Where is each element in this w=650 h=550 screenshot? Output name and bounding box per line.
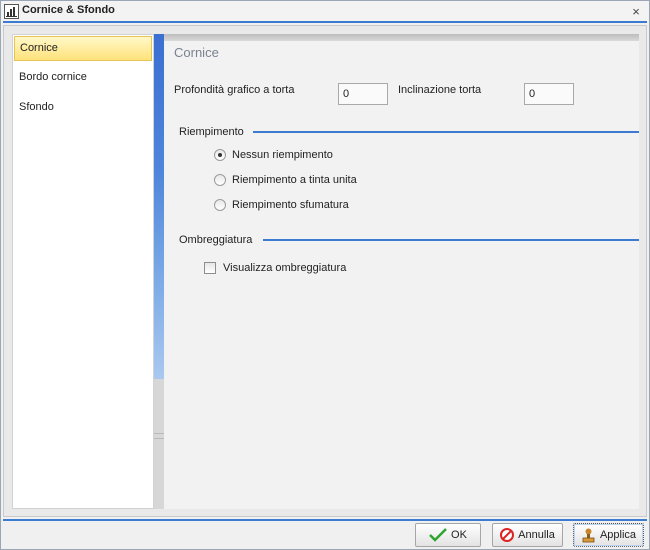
chart-window-icon: [4, 4, 19, 19]
pie-depth-input[interactable]: [338, 83, 388, 105]
no-entry-icon: [500, 528, 515, 542]
shadow-section-label: Ombreggiatura: [179, 234, 253, 246]
sidebar-item-bordo-cornice[interactable]: Bordo cornice: [14, 66, 152, 91]
fill-section-divider: [253, 131, 639, 133]
sidebar-nav: Cornice Bordo cornice Sfondo: [12, 34, 154, 509]
show-shadow-label: Visualizza ombreggiatura: [223, 262, 347, 274]
cancel-button-label: Annulla: [518, 529, 555, 541]
sidebar-item-sfondo[interactable]: Sfondo: [14, 96, 152, 121]
fill-option-none[interactable]: Nessun riempimento: [214, 147, 333, 163]
bar-tick: [154, 438, 164, 439]
title-divider: [3, 21, 647, 23]
settings-panel: Cornice Profondità grafico a torta Incli…: [164, 34, 639, 509]
stamp-icon: [582, 528, 595, 542]
cancel-button[interactable]: Annulla: [492, 523, 563, 547]
radio-button[interactable]: [214, 174, 226, 186]
dialog-window: Cornice & Sfondo × Cornice Bordo cornice…: [0, 0, 650, 550]
title-bar: Cornice & Sfondo ×: [1, 1, 649, 22]
apply-button[interactable]: Applica: [573, 523, 644, 547]
fill-option-label: Riempimento sfumatura: [232, 199, 349, 211]
bar-tick: [154, 433, 164, 434]
pie-depth-label: Profondità grafico a torta: [174, 84, 295, 96]
show-shadow-checkbox[interactable]: [204, 262, 216, 274]
pie-tilt-input[interactable]: [524, 83, 574, 105]
footer-divider: [3, 519, 647, 521]
fill-option-solid[interactable]: Riempimento a tinta unita: [214, 172, 357, 188]
checkmark-icon: [429, 528, 447, 542]
page-title: Cornice: [174, 45, 219, 60]
section-accent-bar: [154, 34, 164, 379]
panel-header-strip: [164, 34, 639, 41]
ok-button-label: OK: [451, 529, 467, 541]
pie-tilt-label: Inclinazione torta: [398, 84, 482, 96]
fill-option-label: Nessun riempimento: [232, 149, 333, 161]
fill-option-label: Riempimento a tinta unita: [232, 174, 357, 186]
window-title: Cornice & Sfondo: [22, 4, 115, 16]
radio-button[interactable]: [214, 199, 226, 211]
shadow-section-divider: [263, 239, 639, 241]
apply-button-label: Applica: [599, 529, 637, 541]
radio-button[interactable]: [214, 149, 226, 161]
ok-button[interactable]: OK: [415, 523, 481, 547]
fill-option-gradient[interactable]: Riempimento sfumatura: [214, 197, 349, 213]
close-icon[interactable]: ×: [629, 5, 643, 19]
fill-section-label: Riempimento: [179, 126, 244, 138]
section-accent-bar-end: [154, 379, 164, 509]
sidebar-item-cornice[interactable]: Cornice: [14, 36, 152, 61]
show-shadow-option[interactable]: Visualizza ombreggiatura: [204, 260, 346, 276]
